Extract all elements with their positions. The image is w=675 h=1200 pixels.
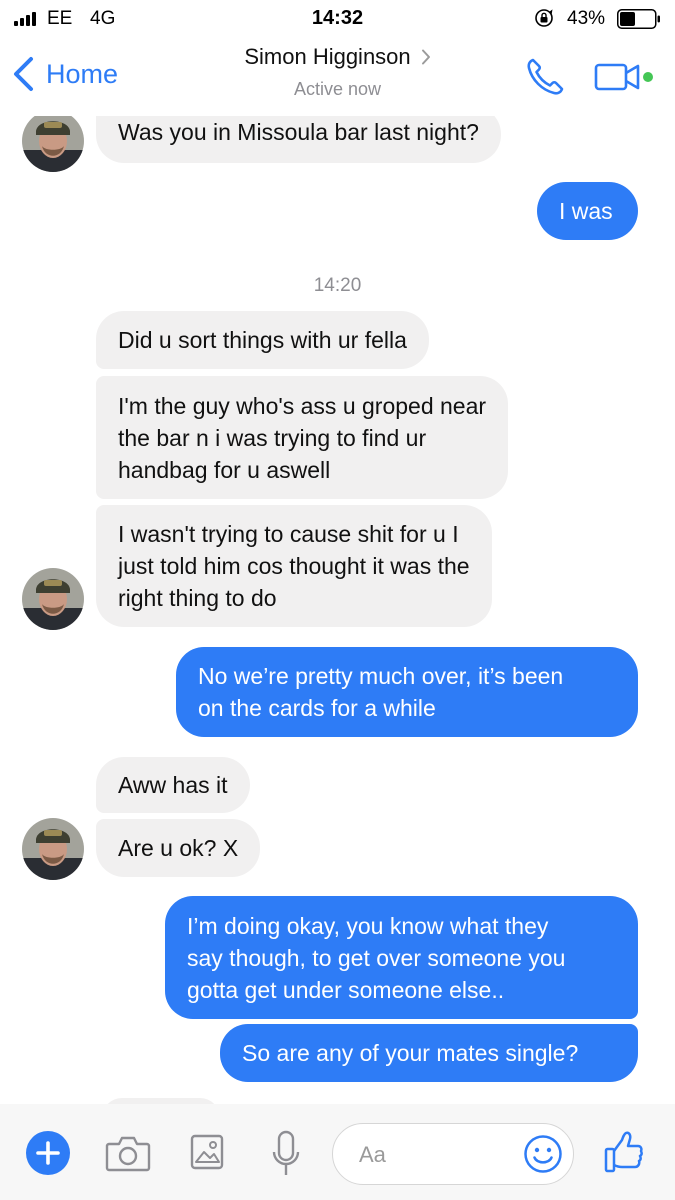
incoming-message[interactable]: Aww has it (96, 757, 250, 813)
battery-icon (617, 9, 660, 29)
status-bar: EE 4G 14:32 43% (0, 0, 675, 38)
message-text: on the cards for a while (198, 695, 436, 721)
avatar[interactable] (22, 818, 84, 880)
microphone-icon[interactable] (271, 1130, 301, 1178)
incoming-message[interactable]: Was you in Missoula bar last night? (96, 116, 501, 163)
message-text: the bar n i was trying to find ur (118, 425, 427, 451)
message-input[interactable] (332, 1123, 574, 1185)
contact-name-text: Simon Higginson (244, 44, 411, 69)
incoming-message[interactable]: Did u sort things with ur fella (96, 311, 429, 369)
contact-info[interactable]: Simon Higginson Active now (0, 44, 675, 100)
timestamp: 14:20 (313, 275, 362, 296)
outgoing-message[interactable]: I’m doing okay, you know what they say t… (165, 896, 638, 1019)
plus-icon[interactable] (26, 1131, 70, 1175)
rotation-lock-icon (535, 9, 553, 27)
contact-name[interactable]: Simon Higginson (244, 44, 430, 70)
message-text: say though, to get over someone you (187, 945, 566, 971)
message-text: just told him cos thought it was the (118, 553, 470, 579)
message-text: No we’re pretty much over, it’s been (198, 663, 564, 689)
chevron-right-icon (421, 49, 430, 65)
message-text: I’m doing okay, you know what they (187, 913, 549, 939)
message-list[interactable]: Was you in Missoula bar last night? I wa… (0, 116, 675, 1104)
video-camera-icon[interactable] (594, 61, 654, 93)
message-text: Was you in Missoula bar last night? (118, 119, 479, 145)
thumbs-up-icon[interactable] (604, 1130, 644, 1174)
incoming-message[interactable]: I'm the guy who's ass u groped near the … (96, 376, 509, 499)
contact-status: Active now (293, 79, 382, 99)
battery-percentage: 43% (567, 8, 606, 29)
message-text: I wasn't trying to cause shit for u I (118, 521, 459, 547)
message-text: handbag for u aswell (118, 457, 331, 483)
smile-icon[interactable] (523, 1134, 563, 1174)
message-text: Did u sort things with ur fella (118, 327, 407, 353)
message-text: gotta get under someone else.. (187, 977, 505, 1003)
message-text: I'm the guy who's ass u groped near (118, 393, 487, 419)
message-text: I was (559, 198, 613, 224)
message-text-field[interactable] (359, 1140, 509, 1170)
avatar[interactable] (22, 568, 84, 630)
contact-photo (22, 568, 84, 630)
message-text: Aww has it (118, 772, 228, 798)
contact-photo (22, 116, 84, 172)
outgoing-message[interactable]: No we’re pretty much over, it’s been on … (176, 647, 638, 737)
incoming-message[interactable]: I wasn't trying to cause shit for u I ju… (96, 505, 492, 627)
message-text: Are u ok? X (118, 835, 239, 861)
image-icon[interactable] (190, 1134, 224, 1170)
message-text: So are any of your mates single? (242, 1040, 579, 1066)
camera-icon[interactable] (105, 1134, 151, 1172)
outgoing-message[interactable]: So are any of your mates single? (220, 1024, 638, 1082)
outgoing-message[interactable]: I was (537, 182, 638, 240)
incoming-message[interactable]: Are u ok? X (96, 819, 261, 877)
conversation-header: Home Simon Higginson Active now (0, 38, 675, 116)
contact-photo (22, 818, 84, 880)
avatar[interactable] (22, 116, 84, 172)
message-composer (0, 1104, 675, 1200)
message-text: right thing to do (118, 585, 277, 611)
phone-icon[interactable] (524, 56, 566, 98)
